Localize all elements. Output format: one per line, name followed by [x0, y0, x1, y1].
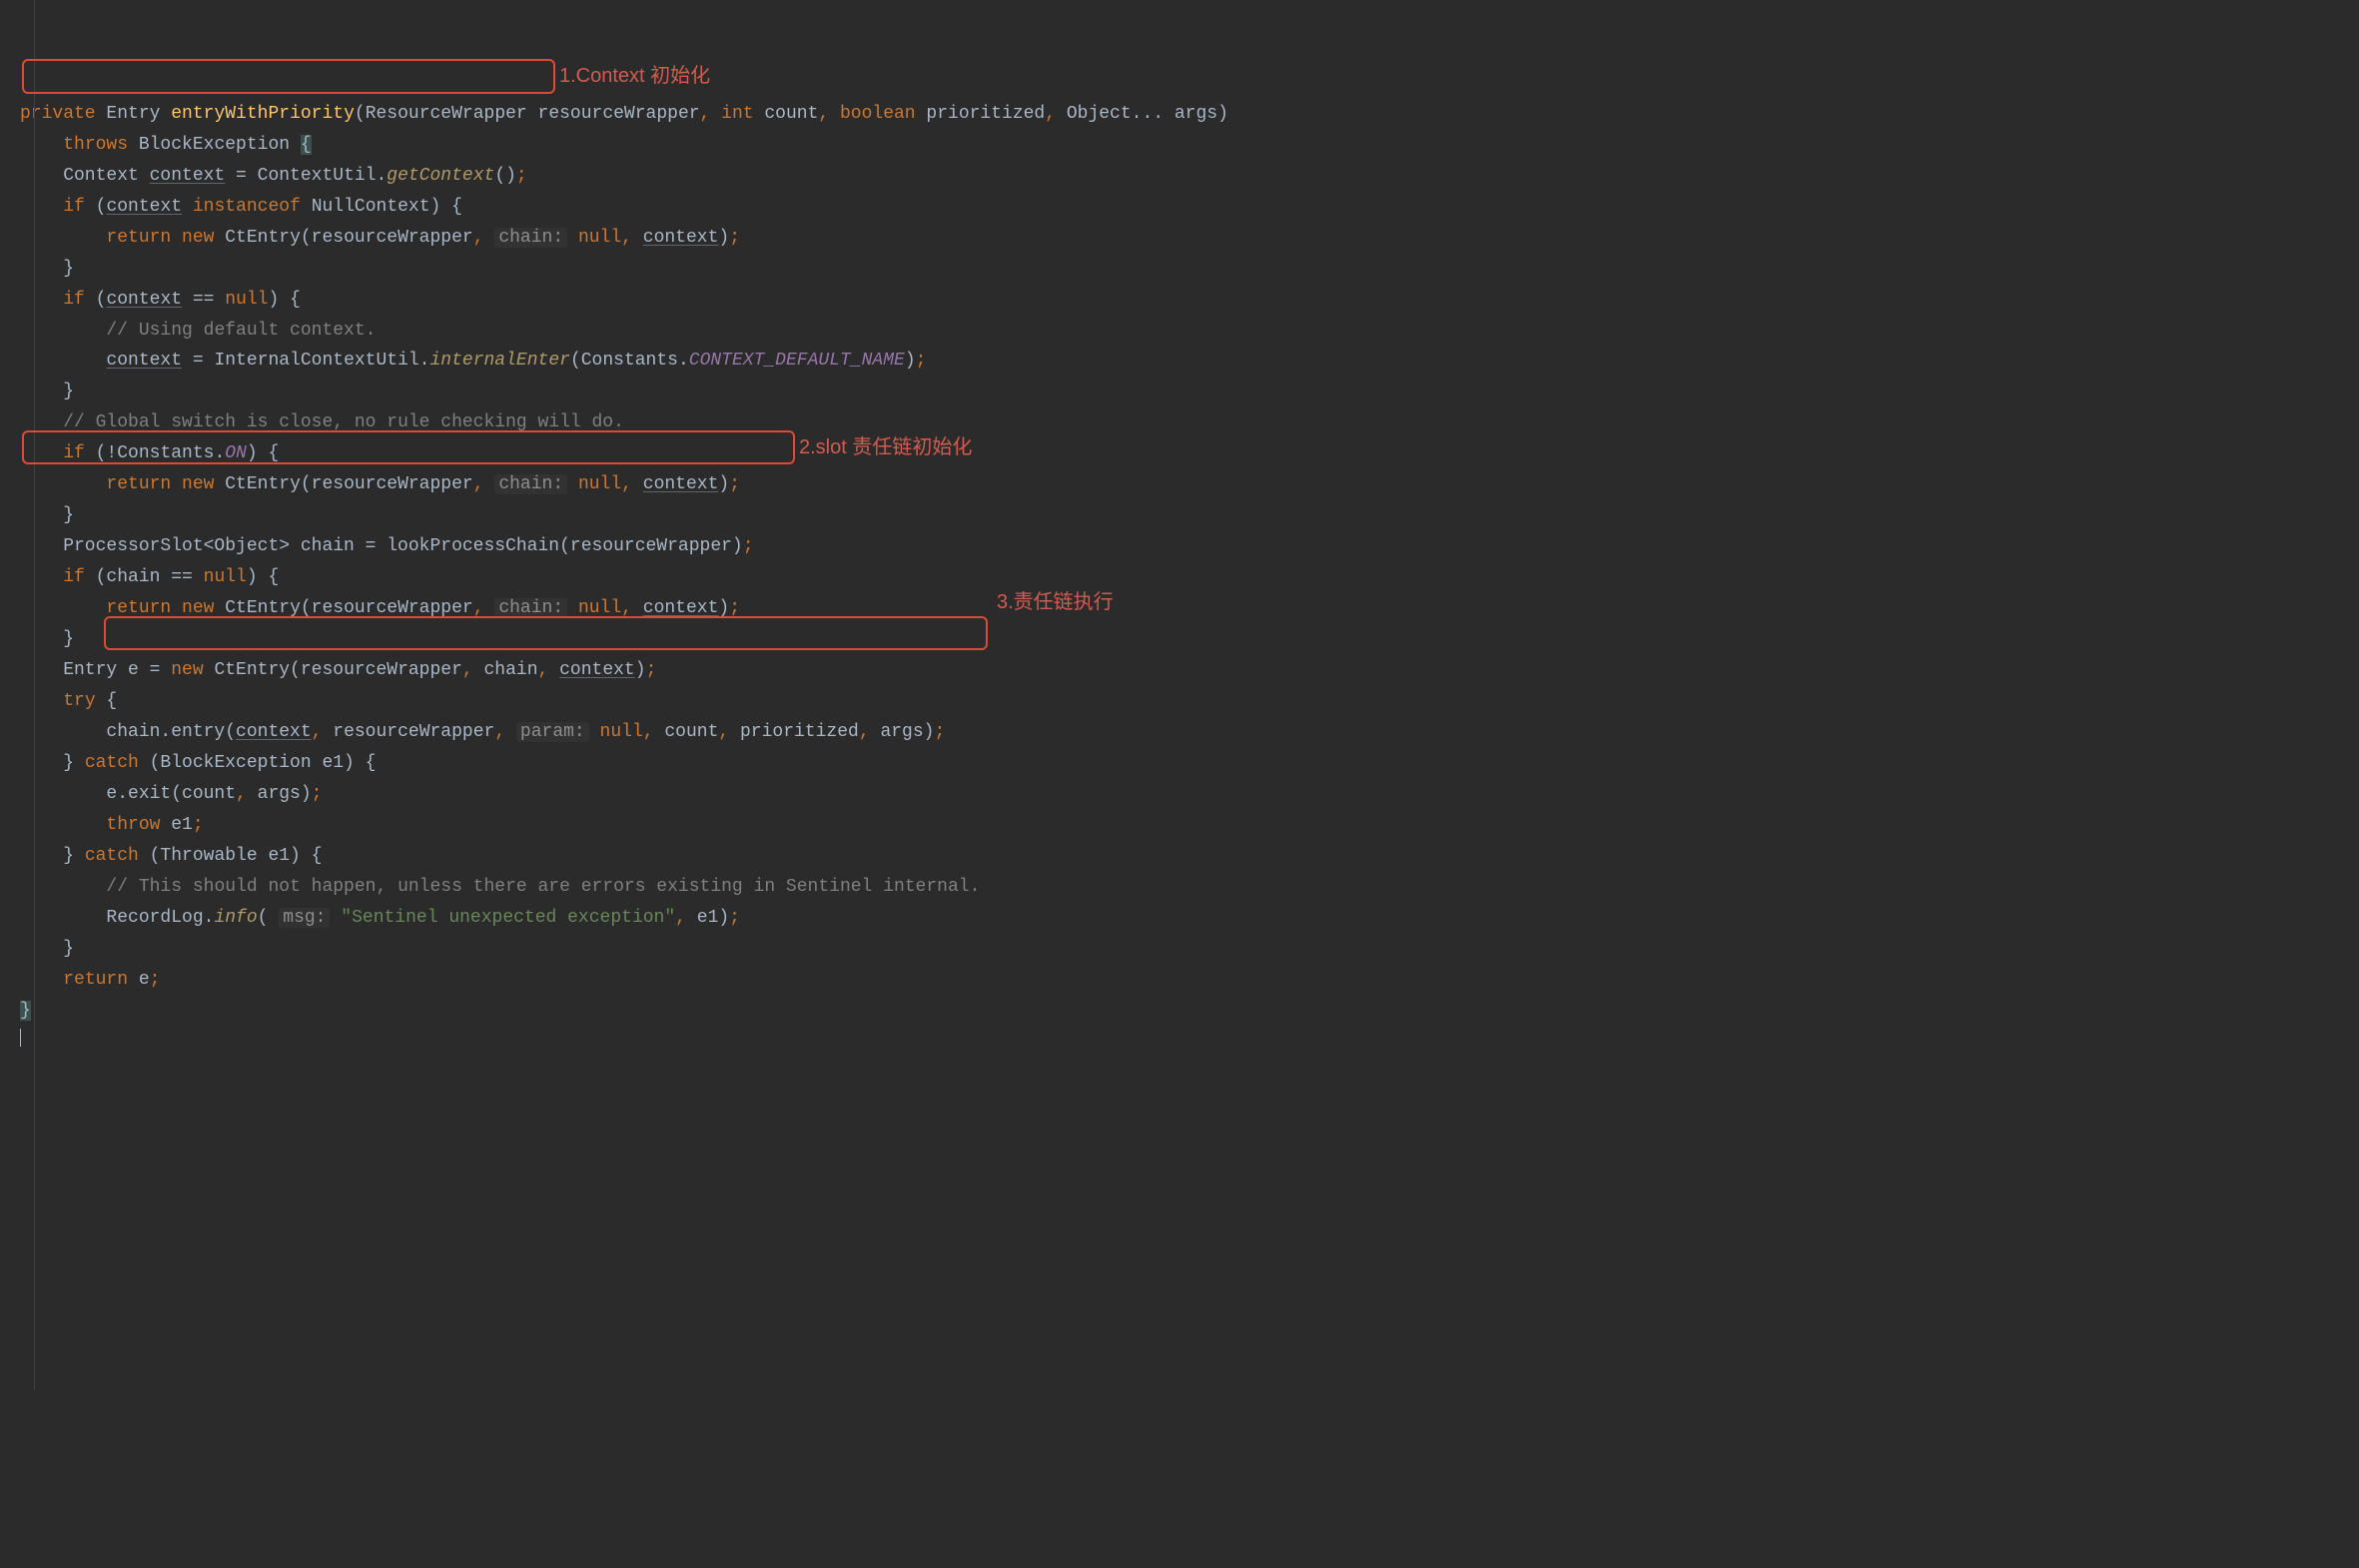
code-line: RecordLog.info( msg: "Sentinel unexpecte… — [20, 908, 740, 928]
inlay-hint: chain: — [494, 228, 567, 248]
code-line: // Global switch is close, no rule check… — [20, 412, 624, 432]
code-line: return new CtEntry(resourceWrapper, chai… — [20, 228, 740, 248]
code-line: if (context instanceof NullContext) { — [20, 197, 462, 217]
annotation-3: 3.责任链执行 — [997, 585, 1114, 619]
brace-highlight: { — [301, 135, 312, 155]
code-line: // This should not happen, unless there … — [20, 877, 980, 897]
code-line: // Using default context. — [20, 321, 376, 341]
inlay-hint: msg: — [279, 908, 330, 928]
code-editor[interactable]: private Entry entryWithPriority(Resource… — [0, 0, 2359, 1390]
code-line: } catch (Throwable e1) { — [20, 846, 322, 866]
code-line: } — [20, 629, 74, 649]
code-line: context = InternalContextUtil.internalEn… — [20, 351, 926, 371]
annotation-1: 1.Context 初始化 — [559, 59, 710, 93]
code-line: throw e1; — [20, 815, 204, 835]
code-line: return new CtEntry(resourceWrapper, chai… — [20, 474, 740, 494]
code-line: Entry e = new CtEntry(resourceWrapper, c… — [20, 660, 656, 680]
code-line: return e; — [20, 970, 160, 990]
code-line: } catch (BlockException e1) { — [20, 753, 376, 773]
highlight-box-1 — [22, 59, 555, 94]
code-line: private Entry entryWithPriority(Resource… — [20, 104, 1228, 124]
code-line: throws BlockException { — [20, 135, 312, 155]
code-line: } — [20, 939, 74, 959]
inlay-hint: chain: — [494, 474, 567, 494]
code-line: } — [20, 505, 74, 525]
code-line: Context context = ContextUtil.getContext… — [20, 166, 527, 186]
brace-highlight: } — [20, 1001, 31, 1021]
code-line: return new CtEntry(resourceWrapper, chai… — [20, 598, 740, 618]
gutter-separator — [34, 0, 35, 1390]
inlay-hint: chain: — [494, 598, 567, 618]
code-line: e.exit(count, args); — [20, 784, 322, 804]
code-line: } — [20, 382, 74, 401]
code-line: if (chain == null) { — [20, 567, 279, 587]
annotation-2: 2.slot 责任链初始化 — [799, 430, 972, 464]
code-line: } — [20, 259, 74, 279]
method-name: entryWithPriority — [171, 104, 355, 124]
code-line: } — [20, 1001, 2359, 1045]
code-line: if (!Constants.ON) { — [20, 443, 279, 463]
highlight-box-3 — [104, 616, 988, 650]
code-line: chain.entry(context, resourceWrapper, pa… — [20, 722, 945, 742]
text-cursor — [20, 1029, 2359, 1047]
code-line: if (context == null) { — [20, 290, 301, 310]
code-line: ProcessorSlot<Object> chain = lookProces… — [20, 536, 754, 556]
keyword-private: private — [20, 104, 96, 124]
inlay-hint: param: — [516, 722, 589, 742]
